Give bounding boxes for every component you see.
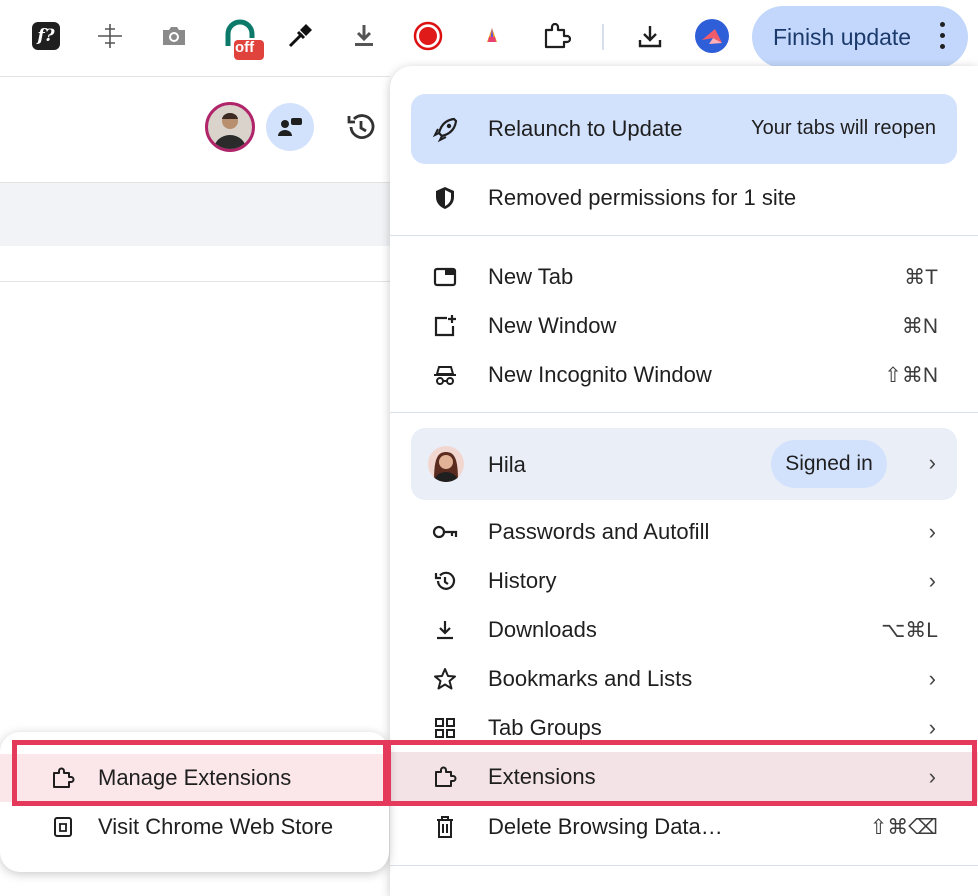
incognito-icon xyxy=(432,362,458,388)
key-icon xyxy=(432,519,458,545)
browser-toolbar: f? off Finish update xyxy=(0,0,978,76)
relaunch-to-update-item[interactable]: Relaunch to Update Your tabs will reopen xyxy=(411,94,957,164)
page-divider xyxy=(0,182,390,183)
toolbar-border xyxy=(0,76,390,77)
history-item[interactable]: History › xyxy=(390,556,978,605)
menu-separator xyxy=(390,235,978,236)
more-menu-icon[interactable] xyxy=(940,22,946,52)
new-tab-icon xyxy=(432,264,458,290)
camera-icon[interactable] xyxy=(156,18,192,54)
profile-name: Hila xyxy=(488,452,526,477)
downloads-item[interactable]: Downloads ⌥⌘L xyxy=(390,605,978,654)
off-badge: off xyxy=(235,39,255,56)
record-icon[interactable] xyxy=(410,18,446,54)
chevron-right-icon: › xyxy=(928,450,936,475)
profile-photo-icon xyxy=(428,446,464,482)
removed-permissions-label: Removed permissions for 1 site xyxy=(488,185,797,210)
new-window-shortcut: ⌘N xyxy=(901,315,938,338)
guest-profile-icon[interactable] xyxy=(266,103,314,151)
new-window-label: New Window xyxy=(488,313,617,338)
page-divider xyxy=(0,281,390,282)
signed-in-badge: Signed in xyxy=(771,440,887,488)
web-store-icon xyxy=(50,814,76,840)
bookmarks-lists-item[interactable]: Bookmarks and Lists › xyxy=(390,654,978,703)
new-incognito-shortcut: ⇧⌘N xyxy=(884,364,938,387)
profile-avatar-icon[interactable] xyxy=(694,18,730,54)
page-band xyxy=(0,182,390,246)
new-tab-item[interactable]: New Tab ⌘T xyxy=(390,252,978,301)
tab-groups-label: Tab Groups xyxy=(488,715,602,740)
delete-data-shortcut: ⇧⌘⌫ xyxy=(869,816,938,839)
download-icon xyxy=(432,617,458,643)
visit-store-label: Visit Chrome Web Store xyxy=(98,814,334,839)
downloads-shortcut: ⌥⌘L xyxy=(881,619,938,642)
passwords-label: Passwords and Autofill xyxy=(488,519,710,544)
chevron-right-icon: › xyxy=(928,715,936,740)
download-arrow-icon[interactable] xyxy=(346,18,382,54)
shield-icon xyxy=(432,185,458,211)
rocket-icon xyxy=(432,115,460,148)
relaunch-label: Relaunch to Update xyxy=(488,116,683,141)
disconnect-extension-icon[interactable]: off xyxy=(222,16,266,60)
finish-update-button[interactable]: Finish update xyxy=(752,6,968,68)
toolbar-divider xyxy=(602,24,604,50)
trash-icon xyxy=(432,814,458,840)
removed-permissions-item[interactable]: Removed permissions for 1 site xyxy=(390,173,978,222)
new-incognito-label: New Incognito Window xyxy=(488,362,712,387)
chevron-right-icon: › xyxy=(928,568,936,593)
delete-browsing-data-item[interactable]: Delete Browsing Data… ⇧⌘⌫ xyxy=(390,802,978,851)
menu-separator xyxy=(390,865,978,866)
history-icon[interactable] xyxy=(344,110,378,144)
delete-data-label: Delete Browsing Data… xyxy=(488,814,723,839)
new-incognito-item[interactable]: New Incognito Window ⇧⌘N xyxy=(390,350,978,399)
finish-update-label: Finish update xyxy=(773,23,912,50)
new-window-item[interactable]: New Window ⌘N xyxy=(390,301,978,350)
chevron-right-icon: › xyxy=(928,519,936,544)
downloads-icon[interactable] xyxy=(632,18,668,54)
downloads-label: Downloads xyxy=(488,617,597,642)
eyedropper-icon[interactable] xyxy=(282,18,318,54)
colorful-drop-icon[interactable] xyxy=(474,18,510,54)
history-label: History xyxy=(488,568,557,593)
passwords-autofill-item[interactable]: Passwords and Autofill › xyxy=(390,507,978,556)
chevron-right-icon: › xyxy=(928,666,936,691)
new-window-icon xyxy=(432,313,458,339)
star-icon xyxy=(432,666,458,692)
user-avatar[interactable] xyxy=(205,102,255,152)
history-icon xyxy=(432,568,458,594)
puzzle-extensions-icon[interactable] xyxy=(538,18,574,54)
profile-row[interactable]: Hila Signed in › xyxy=(411,428,957,500)
menu-separator xyxy=(390,412,978,413)
highlight-extensions xyxy=(386,740,977,806)
new-tab-label: New Tab xyxy=(488,264,574,289)
bookmarks-label: Bookmarks and Lists xyxy=(488,666,693,691)
new-tab-shortcut: ⌘T xyxy=(904,266,938,289)
crosshair-move-icon[interactable] xyxy=(92,18,128,54)
font-identifier-icon[interactable]: f? xyxy=(28,18,64,54)
relaunch-note: Your tabs will reopen xyxy=(751,117,936,139)
visit-web-store-item[interactable]: Visit Chrome Web Store xyxy=(0,803,389,851)
grid-icon xyxy=(432,715,458,741)
font-identifier-glyph: f? xyxy=(32,22,60,50)
highlight-manage-extensions xyxy=(12,740,388,806)
